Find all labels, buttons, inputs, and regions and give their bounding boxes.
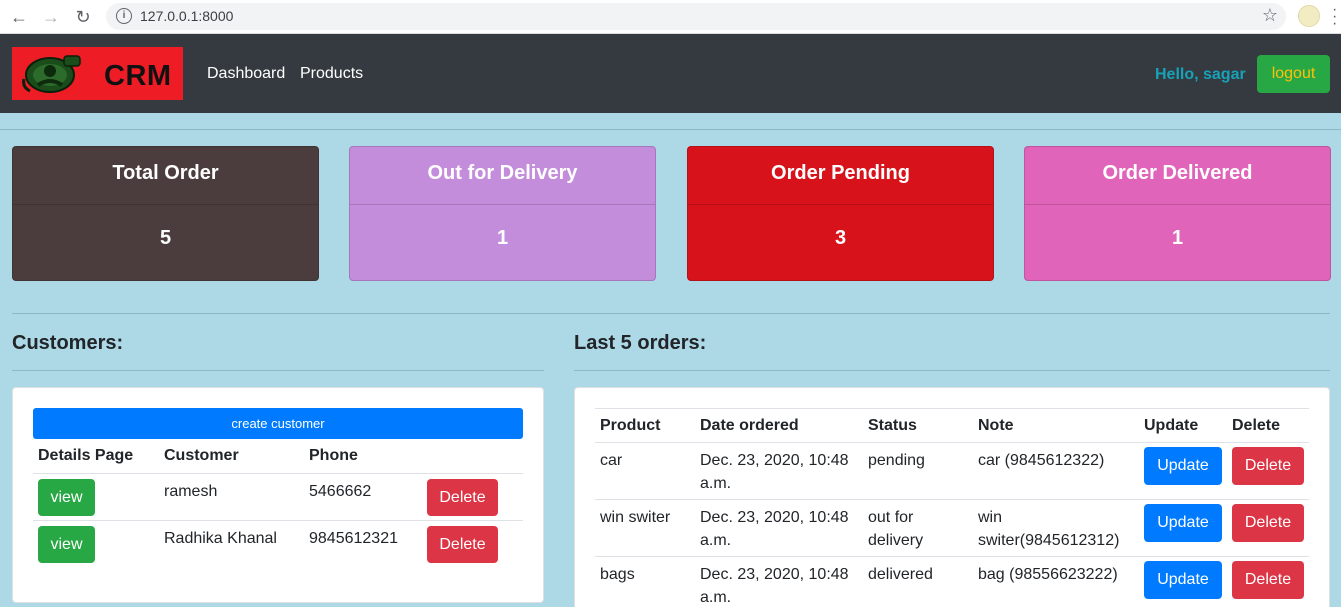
stat-card-value: 3 — [834, 227, 847, 249]
stat-card-value: 1 — [496, 227, 509, 249]
stat-card-title: Order Pending — [688, 147, 993, 205]
browser-menu-icon[interactable]: · · · — [1332, 2, 1337, 32]
browser-toolbar: ← → ↻ i 127.0.0.1:8000 ☆ · · · — [0, 0, 1341, 34]
logo-text: CRM — [104, 60, 172, 92]
order-note: car (9845612322) — [978, 452, 1105, 469]
logout-button[interactable]: logout — [1257, 55, 1330, 93]
stat-card-order-pending: Order Pending 3 — [687, 146, 994, 281]
customers-panel: create customer Details Page Customer Ph… — [12, 387, 544, 603]
column-header: Customer — [164, 446, 239, 464]
table-header-row: Product Date ordered Status Note Update … — [595, 409, 1309, 443]
order-note: bag (98556623222) — [978, 566, 1118, 583]
table-row: bags Dec. 23, 2020, 10:48 a.m. delivered… — [595, 557, 1309, 607]
forward-arrow-icon[interactable]: → — [40, 6, 62, 28]
customer-phone: 9845612321 — [309, 529, 398, 547]
back-arrow-icon[interactable]: ← — [8, 6, 30, 28]
order-product: car — [600, 452, 623, 469]
delete-button[interactable]: Delete — [427, 478, 498, 516]
order-product: bags — [600, 566, 635, 583]
orders-panel: Product Date ordered Status Note Update … — [574, 387, 1330, 607]
stat-card-order-delivered: Order Delivered 1 — [1024, 146, 1331, 281]
address-bar[interactable]: i 127.0.0.1:8000 ☆ — [106, 3, 1286, 30]
order-date: Dec. 23, 2020, 10:48 a.m. — [700, 509, 849, 549]
table-header-row: Details Page Customer Phone — [33, 439, 523, 473]
table-row: view Radhika Khanal 9845612321 Delete — [33, 520, 523, 567]
stat-card-out-for-delivery: Out for Delivery 1 — [349, 146, 656, 281]
stat-card-value: 1 — [1171, 227, 1184, 249]
update-button[interactable]: Update — [1144, 561, 1222, 599]
order-date: Dec. 23, 2020, 10:48 a.m. — [700, 566, 849, 606]
url-text[interactable]: 127.0.0.1:8000 — [140, 8, 233, 24]
divider — [12, 313, 1330, 314]
order-note: win switer(9845612312) — [978, 509, 1120, 549]
column-header: Update — [1144, 416, 1199, 434]
profile-avatar-icon[interactable] — [1298, 5, 1320, 27]
stat-card-title: Out for Delivery — [350, 147, 655, 205]
customer-phone: 5466662 — [309, 482, 372, 500]
column-header — [422, 439, 523, 473]
customer-name: Radhika Khanal — [164, 529, 277, 547]
customer-name: ramesh — [164, 482, 218, 500]
divider — [0, 129, 1341, 130]
site-info-icon[interactable]: i — [116, 8, 132, 24]
nav-link-dashboard[interactable]: Dashboard — [207, 65, 285, 83]
table-row: win switer Dec. 23, 2020, 10:48 a.m. out… — [595, 500, 1309, 557]
delete-button[interactable]: Delete — [1232, 504, 1304, 542]
column-header: Details Page — [38, 446, 134, 464]
update-button[interactable]: Update — [1144, 447, 1222, 485]
view-button[interactable]: view — [38, 525, 95, 563]
order-status: delivered — [868, 566, 933, 583]
stat-card-title: Total Order — [13, 147, 318, 205]
order-status: out for delivery — [868, 509, 924, 549]
app-navbar: CRM Dashboard Products Hello, sagar logo… — [0, 34, 1341, 113]
column-header: Status — [868, 416, 917, 434]
table-row: car Dec. 23, 2020, 10:48 a.m. pending ca… — [595, 443, 1309, 500]
delete-button[interactable]: Delete — [427, 525, 498, 563]
stat-card-total-order: Total Order 5 — [12, 146, 319, 281]
delete-button[interactable]: Delete — [1232, 561, 1304, 599]
reload-icon[interactable]: ↻ — [72, 6, 94, 28]
nav-link-products[interactable]: Products — [300, 65, 363, 83]
bookmark-star-icon[interactable]: ☆ — [1262, 5, 1278, 26]
orders-title: Last 5 orders: — [574, 332, 707, 354]
crm-logo[interactable]: CRM — [12, 47, 183, 100]
stat-card-value: 5 — [159, 227, 172, 249]
stat-card-title: Order Delivered — [1025, 147, 1330, 205]
order-status: pending — [868, 452, 925, 469]
table-row: view ramesh 5466662 Delete — [33, 473, 523, 520]
create-customer-button[interactable]: create customer — [33, 408, 523, 439]
crm-logo-icon — [22, 55, 81, 93]
update-button[interactable]: Update — [1144, 504, 1222, 542]
column-header: Phone — [309, 446, 358, 464]
divider — [574, 370, 1330, 371]
column-header: Date ordered — [700, 416, 799, 434]
customers-table: Details Page Customer Phone view ramesh … — [33, 439, 523, 567]
customers-title: Customers: — [12, 332, 124, 354]
user-greeting: Hello, sagar — [1155, 66, 1246, 83]
order-product: win switer — [600, 509, 671, 526]
column-header: Product — [600, 416, 661, 434]
column-header: Delete — [1232, 416, 1281, 434]
orders-table: Product Date ordered Status Note Update … — [595, 408, 1309, 607]
view-button[interactable]: view — [38, 478, 95, 516]
delete-button[interactable]: Delete — [1232, 447, 1304, 485]
column-header: Note — [978, 416, 1014, 434]
divider — [12, 370, 544, 371]
order-date: Dec. 23, 2020, 10:48 a.m. — [700, 452, 849, 492]
